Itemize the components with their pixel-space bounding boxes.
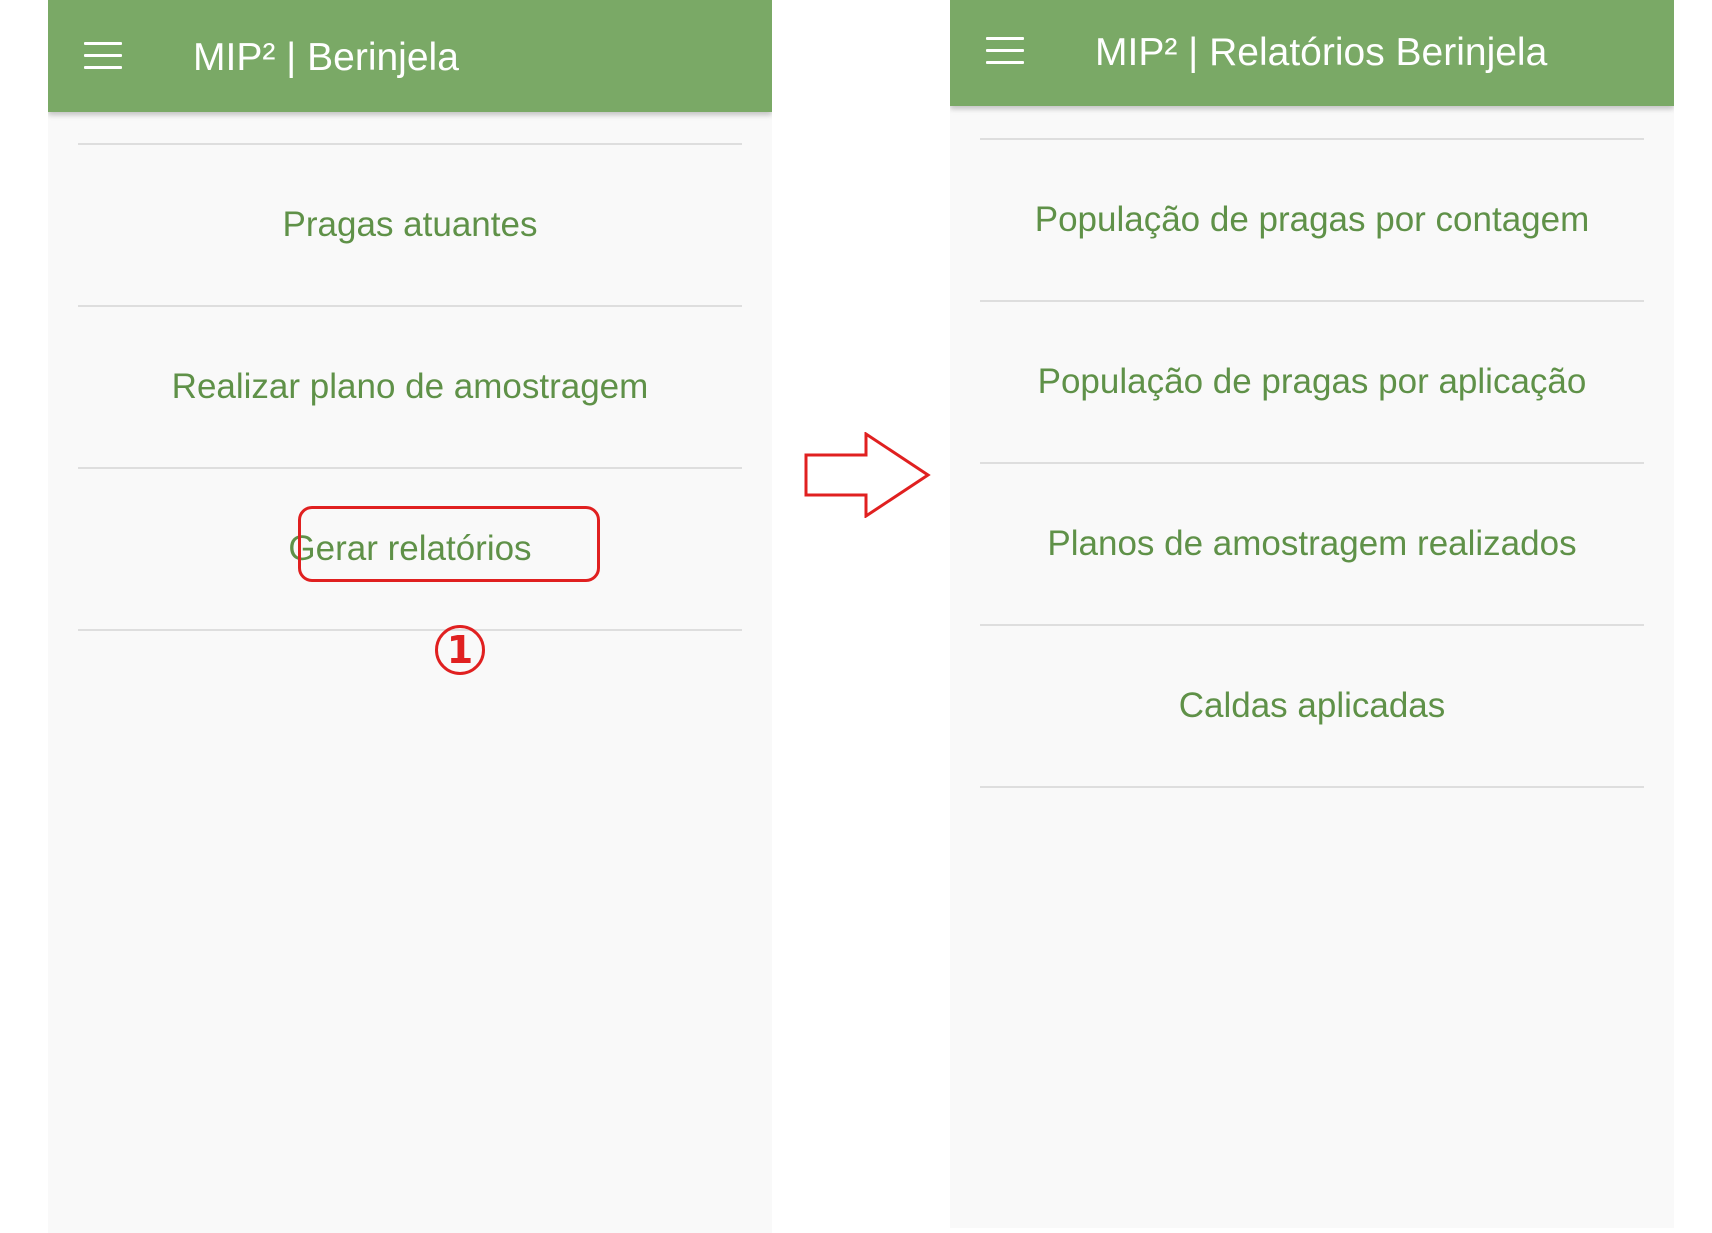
menu-item-label: Pragas atuantes (282, 205, 538, 244)
menu-item-realizar-plano[interactable]: Realizar plano de amostragem (78, 305, 742, 467)
app-title: MIP² | Relatórios Berinjela (1095, 31, 1548, 74)
hamburger-menu-icon[interactable] (84, 42, 122, 70)
menu-item-label: Realizar plano de amostragem (171, 367, 649, 406)
menu-item-label: População de pragas por contagem (1034, 200, 1590, 239)
right-arrow-icon (804, 432, 931, 518)
menu-item-populacao-aplicacao[interactable]: População de pragas por aplicação (980, 300, 1644, 462)
app-title: MIP² | Berinjela (193, 36, 459, 79)
menu-item-caldas-aplicadas[interactable]: Caldas aplicadas (980, 624, 1644, 788)
menu-item-label: População de pragas por aplicação (1037, 362, 1587, 401)
menu-item-label: Gerar relatórios (288, 529, 532, 568)
menu-item-planos-realizados[interactable]: Planos de amostragem realizados (980, 462, 1644, 624)
screen-reports-menu: MIP² | Relatórios Berinjela População de… (950, 0, 1674, 1228)
menu-item-pragas-atuantes[interactable]: Pragas atuantes (78, 143, 742, 305)
step-number-badge: 1 (435, 625, 485, 675)
menu-item-label: Caldas aplicadas (1178, 686, 1446, 725)
app-bar: MIP² | Berinjela (48, 0, 772, 112)
menu-item-gerar-relatorios[interactable]: Gerar relatórios (78, 467, 742, 631)
menu-list: Pragas atuantes Realizar plano de amostr… (78, 143, 742, 631)
menu-list: População de pragas por contagem Populaç… (980, 138, 1644, 788)
menu-item-populacao-contagem[interactable]: População de pragas por contagem (980, 138, 1644, 300)
menu-item-label: Planos de amostragem realizados (1047, 524, 1577, 563)
hamburger-menu-icon[interactable] (986, 37, 1024, 65)
app-bar: MIP² | Relatórios Berinjela (950, 0, 1674, 106)
screen-main-menu: MIP² | Berinjela Pragas atuantes Realiza… (48, 0, 772, 1233)
